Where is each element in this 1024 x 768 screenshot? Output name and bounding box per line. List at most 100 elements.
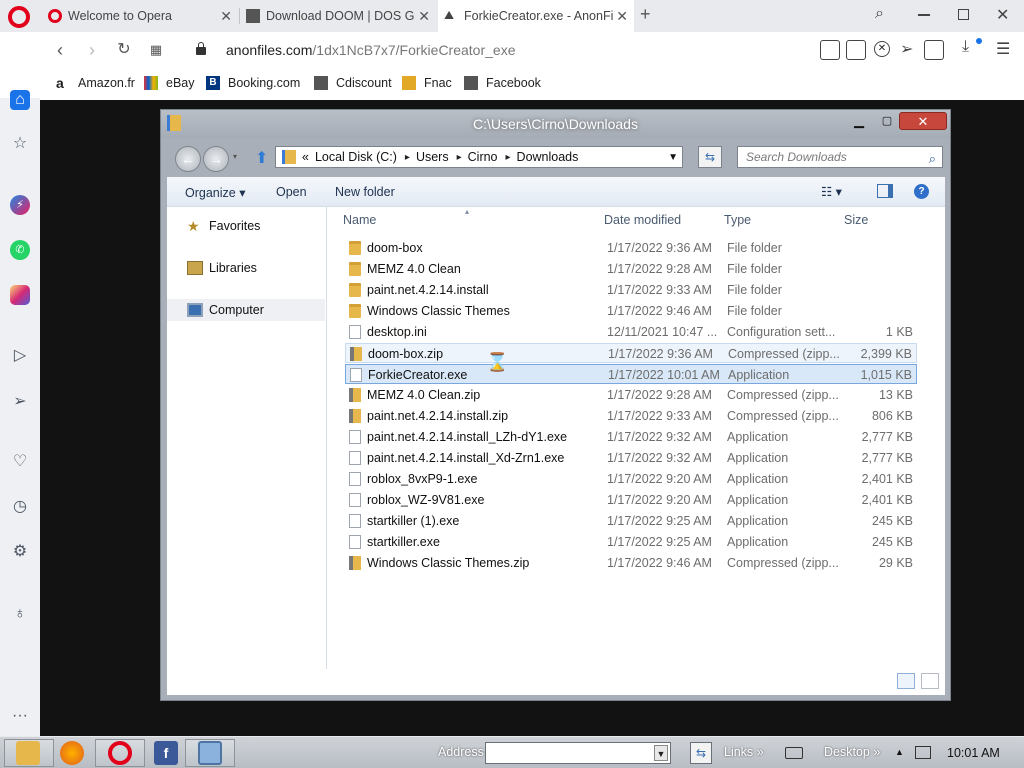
preview-pane-icon[interactable] (877, 184, 893, 198)
details-view-icon[interactable] (897, 673, 915, 689)
breadcrumb-sep-icon[interactable]: ▸ (506, 152, 511, 163)
settings-gear-icon[interactable]: ⚙ (10, 542, 30, 562)
lock-icon[interactable] (196, 42, 206, 55)
open-button[interactable]: Open (276, 185, 307, 199)
minimize-icon[interactable]: ▁ (851, 112, 867, 130)
send-flow-icon[interactable]: ➢ (10, 392, 30, 412)
easy-setup-icon[interactable]: ☰ (996, 39, 1010, 59)
taskbar-links[interactable]: Links » (724, 745, 764, 759)
breadcrumb[interactable]: « Local Disk (C:) ▸ Users ▸ Cirno ▸ Down… (275, 146, 683, 168)
clock[interactable]: 10:01 AM (947, 746, 1000, 760)
instagram-icon[interactable] (10, 285, 30, 305)
whatsapp-icon[interactable]: ✆ (10, 240, 30, 260)
recent-dropdown-icon[interactable]: ▾ (233, 152, 237, 161)
heart-icon[interactable] (924, 40, 944, 60)
bookmark-amazon[interactable]: a Amazon.fr (56, 74, 135, 92)
messenger-icon[interactable]: ⚡ (10, 195, 30, 215)
search-input[interactable]: Search Downloads ⌕ (737, 146, 943, 168)
file-row[interactable]: startkiller.exe 1/17/2022 9:25 AM Applicat… (345, 532, 917, 552)
download-icon[interactable]: ⤓ (962, 38, 969, 56)
file-row[interactable]: MEMZ 4.0 Clean 1/17/2022 9:28 AM File fold… (345, 259, 917, 279)
speed-dial-grid-icon[interactable]: ▦ (144, 38, 168, 62)
close-tab-icon[interactable]: ✕ (418, 8, 430, 25)
minimize-icon[interactable] (918, 14, 930, 16)
maximize-icon[interactable]: ▢ (879, 112, 895, 130)
file-row[interactable]: doom-box 1/17/2022 9:36 AM File folder (345, 238, 917, 258)
bookmark-fnac[interactable]: Fnac (402, 74, 452, 92)
bookmark-booking[interactable]: B Booking.com (206, 74, 300, 92)
close-window-icon[interactable]: ✕ (996, 5, 1009, 25)
file-row[interactable]: Windows Classic Themes.zip 1/17/2022 9:46… (345, 553, 917, 573)
reload-icon[interactable]: ↻ (112, 38, 136, 62)
forward-arrow-icon[interactable]: → (203, 146, 229, 172)
column-header-size[interactable]: Size (844, 213, 868, 227)
adblock-icon[interactable]: ✕ (874, 41, 890, 57)
file-row[interactable]: paint.net.4.2.14.install_Xd-Zrn1.exe 1/17… (345, 448, 917, 468)
breadcrumb-sep-icon[interactable]: ▸ (405, 152, 410, 163)
star-bookmarks-icon[interactable]: ☆ (10, 134, 30, 154)
tab-welcome-opera[interactable]: Welcome to Opera ✕ (42, 0, 238, 32)
breadcrumb-users[interactable]: Users (416, 150, 449, 164)
views-icon[interactable]: ☷ ▾ (821, 184, 842, 199)
close-tab-icon[interactable]: ✕ (616, 8, 628, 25)
firefox-icon[interactable] (60, 741, 84, 765)
file-row[interactable]: roblox_WZ-9V81.exe 1/17/2022 9:20 AM Appli… (345, 490, 917, 510)
search-tabs-icon[interactable]: ⌕ (875, 5, 884, 23)
address-dropdown-icon[interactable]: ▼ (654, 745, 668, 761)
breadcrumb-overflow[interactable]: « (302, 150, 309, 164)
camera-icon[interactable] (846, 40, 866, 60)
send-icon[interactable]: ➢ (900, 39, 913, 59)
restore-icon[interactable] (958, 9, 969, 20)
taskbar-desktop[interactable]: Desktop » (824, 745, 880, 759)
up-arrow-icon[interactable]: ⬆ (255, 148, 268, 168)
nav-libraries[interactable]: Libraries (167, 257, 325, 279)
file-row[interactable]: paint.net.4.2.14.install 1/17/2022 9:33 A… (345, 280, 917, 300)
file-row[interactable]: paint.net.4.2.14.install_LZh-dY1.exe 1/17… (345, 427, 917, 447)
breadcrumb-sep-icon[interactable]: ▸ (457, 152, 462, 163)
opera-menu-icon[interactable] (8, 6, 30, 28)
breadcrumb-cirno[interactable]: Cirno (468, 150, 498, 164)
search-icon[interactable]: ⌕ (929, 149, 936, 169)
bookmark-facebook[interactable]: Facebook (464, 74, 541, 92)
taskbar-address-input[interactable]: ▼ (485, 742, 671, 764)
bookmark-ebay[interactable]: eBay (144, 74, 195, 92)
more-dots-icon[interactable]: ··· (10, 706, 30, 726)
close-tab-icon[interactable]: ✕ (220, 8, 232, 25)
column-header-date[interactable]: Date modified (604, 213, 681, 227)
new-tab-plus-icon[interactable]: + (640, 4, 651, 25)
breadcrumb-downloads[interactable]: Downloads (517, 150, 579, 164)
tab-forkiecreator[interactable]: ⛰ ForkieCreator.exe - AnonFi ✕ (438, 0, 634, 32)
refresh-icon[interactable]: ⇆ (698, 146, 722, 168)
file-row[interactable]: MEMZ 4.0 Clean.zip 1/17/2022 9:28 AM Compr… (345, 385, 917, 405)
window-title-bar[interactable]: C:\Users\Cirno\Downloads ▁ ▢ ✕ (161, 110, 950, 138)
player-icon[interactable]: ▷ (10, 346, 30, 366)
file-row[interactable]: startkiller (1).exe 1/17/2022 9:25 AM Appl… (345, 511, 917, 531)
network-icon[interactable] (915, 746, 931, 759)
history-clock-icon[interactable]: ◷ (10, 497, 30, 517)
tray-expand-icon[interactable]: ▲ (895, 747, 904, 757)
new-folder-button[interactable]: New folder (335, 185, 395, 199)
file-row[interactable]: Windows Classic Themes 1/17/2022 9:46 AM F… (345, 301, 917, 321)
tab-download-doom[interactable]: Download DOOM | DOS G ✕ (240, 0, 436, 32)
breadcrumb-local-disk[interactable]: Local Disk (C:) (315, 150, 397, 164)
heart-icon[interactable]: ♡ (10, 452, 30, 472)
file-row[interactable]: desktop.ini 12/11/2021 10:47 ... Configura… (345, 322, 917, 342)
keyboard-icon[interactable] (785, 747, 803, 759)
organize-button[interactable]: Organize ▾ (185, 185, 245, 200)
forward-arrow-icon[interactable]: › (80, 38, 104, 62)
column-header-name[interactable]: Name (343, 213, 376, 227)
snapshot-edit-icon[interactable] (820, 40, 840, 60)
nav-computer[interactable]: Computer (167, 299, 325, 321)
file-row[interactable]: roblox_8vxP9-1.exe 1/17/2022 9:20 AM Appli… (345, 469, 917, 489)
file-row[interactable]: doom-box.zip 1/17/2022 9:36 AM Compressed … (345, 343, 917, 363)
nav-favorites[interactable]: ★ Favorites (167, 215, 325, 237)
home-icon[interactable]: ⌂ (10, 90, 30, 110)
facebook-icon[interactable]: f (154, 741, 178, 765)
large-icons-view-icon[interactable] (921, 673, 939, 689)
bookmark-cdiscount[interactable]: Cdiscount (314, 74, 392, 92)
column-header-type[interactable]: Type (724, 213, 751, 227)
url-field[interactable]: anonfiles.com/1dx1NcB7x7/ForkieCreator_e… (226, 42, 516, 58)
close-window-button[interactable]: ✕ (899, 112, 947, 130)
file-row[interactable]: paint.net.4.2.14.install.zip 1/17/2022 9:… (345, 406, 917, 426)
file-row[interactable]: ForkieCreator.exe 1/17/2022 10:01 AM Appli… (345, 364, 917, 384)
